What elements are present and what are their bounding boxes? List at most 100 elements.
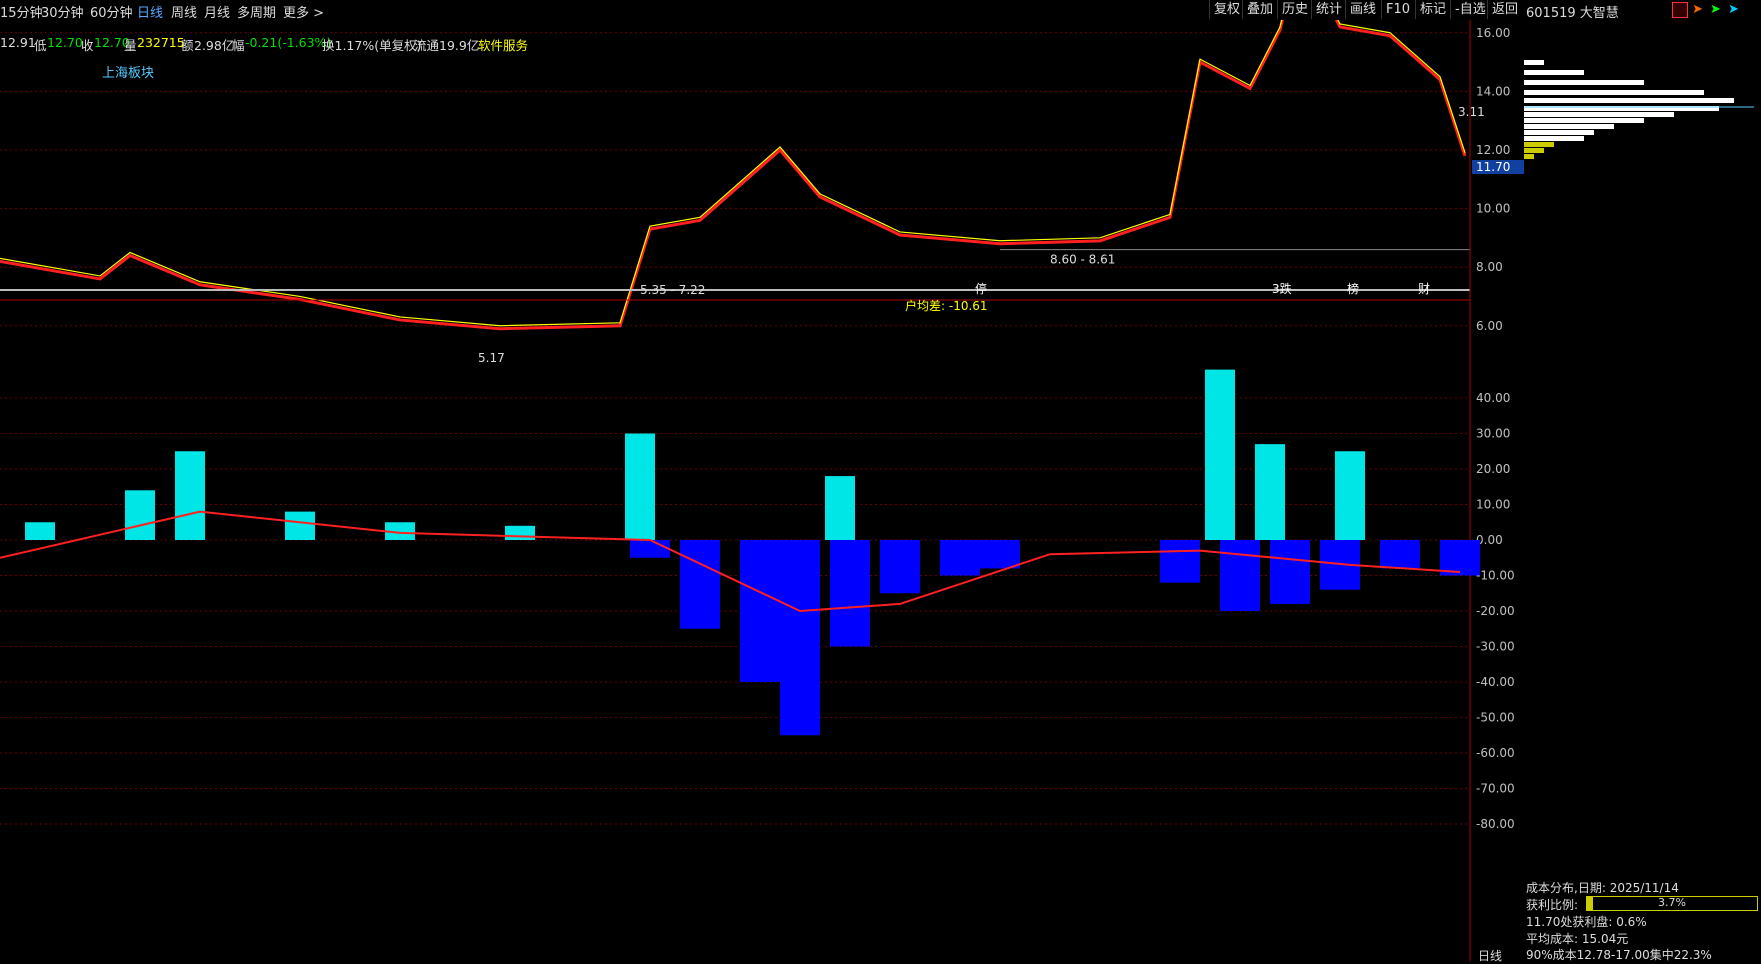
period-60min[interactable]: 60分钟 — [90, 2, 133, 21]
period-15min[interactable]: 15分钟 — [0, 2, 43, 21]
price-annotation: 8.60 - 8.61 — [1050, 253, 1115, 267]
top-toolbar: 15分钟 30分钟 60分钟 日线 周线 月线 多周期 更多 > 复权 叠加 历… — [0, 0, 1522, 21]
period-weekly[interactable]: 周线 — [171, 2, 197, 21]
chip-bar — [1524, 70, 1584, 75]
chip-title: 成本分布,日期: 2025/11/14 — [1526, 881, 1679, 895]
remove-watchlist-button[interactable]: -自选 — [1450, 0, 1490, 19]
indicator-tick-label: -40.00 — [1476, 675, 1515, 689]
price-line-red — [0, 20, 1467, 331]
price-tick-label: 16.00 — [1476, 26, 1510, 40]
indicator-bar-neg — [680, 540, 720, 629]
indicator-bar-pos — [1335, 451, 1365, 540]
indicator-tick-label: -20.00 — [1476, 604, 1515, 618]
indicator-tick-label: -10.00 — [1476, 569, 1515, 583]
period-30min[interactable]: 30分钟 — [41, 2, 84, 21]
price-tick-label: 8.00 — [1476, 260, 1503, 274]
price-tick-label: 6.00 — [1476, 319, 1503, 333]
indicator-tick-label: 30.00 — [1476, 427, 1510, 441]
price-tick-label: 10.00 — [1476, 202, 1510, 216]
chip-distribution-panel: 601519 大智慧 ➤ ➤ ➤ 成本分布,日期: 2025/11/14 获利比… — [1524, 0, 1761, 962]
mark-button[interactable]: 标记 — [1415, 0, 1450, 19]
price-tick-label: 14.00 — [1476, 84, 1510, 98]
chip-bar — [1524, 154, 1534, 159]
chip-bar — [1524, 90, 1704, 95]
price-annotation: 3.11 — [1458, 105, 1485, 119]
indicator-tick-label: 20.00 — [1476, 462, 1510, 476]
event-marker: 榜 — [1347, 281, 1359, 296]
chip-avg-cost: 平均成本: 15.04元 — [1526, 932, 1629, 946]
chip-bar — [1524, 148, 1544, 153]
indicator-tick-label: 40.00 — [1476, 391, 1510, 405]
price-axis: 20.0018.0016.0014.0012.0010.008.006.00 — [1476, 26, 1510, 333]
back-button[interactable]: 返回 — [1487, 0, 1522, 19]
chip-mode-icon[interactable] — [1672, 2, 1688, 18]
price-annotation: 5.35 - 7.22 — [640, 283, 705, 297]
indicator-tick-label: -80.00 — [1476, 817, 1515, 831]
indicator-bar-pos — [285, 511, 315, 540]
draw-line-button[interactable]: 画线 — [1345, 0, 1380, 19]
indicator-plot — [0, 369, 1480, 736]
indicator-tick-label: -30.00 — [1476, 640, 1515, 654]
chip-at-price: 11.70处获利盘: 0.6% — [1526, 915, 1647, 929]
indicator-legend-last: 户均差: -10.61 — [905, 298, 988, 313]
indicator-bar-neg — [1270, 540, 1310, 604]
indicator-bar-pos — [125, 490, 155, 540]
event-marker: 3跌 — [1272, 281, 1292, 296]
price-tick-label: 12.00 — [1476, 143, 1510, 157]
indicator-bar-neg — [1380, 540, 1420, 569]
indicator-bar-neg — [740, 540, 780, 682]
indicator-bar-neg — [780, 540, 820, 736]
indicator-bar-pos — [175, 451, 205, 540]
indicator-tick-label: 10.00 — [1476, 498, 1510, 512]
indicator-bar-pos — [1205, 369, 1235, 540]
restore-rights-button[interactable]: 复权 — [1209, 0, 1244, 19]
current-price-value: 11.70 — [1476, 160, 1510, 174]
stock-title: 601519 大智慧 — [1526, 6, 1619, 21]
stats-button[interactable]: 统计 — [1311, 0, 1346, 19]
event-marker: 财 — [1418, 282, 1430, 296]
chip-range90: 90%成本12.78-17.00集中22.3% — [1526, 948, 1712, 962]
indicator-axis: 40.00 30.00 20.00 10.00 0.00 -10.00 -20.00 -30.… — [1476, 391, 1515, 831]
chip-bar — [1524, 80, 1644, 85]
chip-profit-label: 获利比例: — [1526, 898, 1579, 912]
indicator-bar-pos — [25, 522, 55, 540]
chip-bar — [1524, 118, 1644, 123]
indicator-bar-neg — [1220, 540, 1260, 611]
chip-bar — [1524, 142, 1554, 147]
history-button[interactable]: 历史 — [1277, 0, 1312, 19]
arrow-red-icon[interactable]: ➤ — [1692, 2, 1706, 17]
arrow-cyan-icon[interactable]: ➤ — [1728, 2, 1742, 17]
indicator-bar-pos — [1255, 444, 1285, 540]
chip-bar — [1524, 124, 1614, 129]
event-marker: 停 — [975, 281, 987, 296]
profit-bar-value: 3.7% — [1658, 896, 1686, 909]
chip-bar — [1524, 136, 1584, 141]
indicator-tick-label: 0.00 — [1476, 533, 1503, 547]
price-plot — [0, 20, 1470, 331]
indicator-tick-label: -70.00 — [1476, 782, 1515, 796]
chip-histogram — [1524, 60, 1754, 159]
arrow-green-icon[interactable]: ➤ — [1710, 2, 1724, 17]
indicator-bar-pos — [825, 476, 855, 540]
indicator-bar-neg — [980, 540, 1020, 569]
chip-bar — [1524, 130, 1594, 135]
chart-area: 20.0018.0016.0014.0012.0010.008.006.00 1… — [0, 20, 1524, 961]
price-annotations: 18.948.60 - 8.615.175.35 - 7.223.11停3跌榜财 — [478, 105, 1485, 365]
overlay-button[interactable]: 叠加 — [1242, 0, 1277, 19]
period-monthly[interactable]: 月线 — [204, 2, 230, 21]
indicator-bar-neg — [1160, 540, 1200, 583]
f10-button[interactable]: F10 — [1381, 0, 1414, 19]
indicator-bar-neg — [630, 540, 670, 558]
indicator-bar-neg — [940, 540, 980, 576]
bottom-tab-daily[interactable]: 日线 — [1478, 947, 1502, 964]
chip-bar — [1524, 112, 1674, 117]
chip-bar — [1524, 60, 1544, 65]
period-multi[interactable]: 多周期 — [237, 2, 276, 21]
period-daily[interactable]: 日线 — [137, 2, 163, 21]
indicator-bar-pos — [505, 525, 535, 540]
indicator-bar-neg — [880, 540, 920, 594]
indicator-bar-neg — [830, 540, 870, 647]
price-line-yellow — [0, 20, 1466, 327]
price-annotation: 5.17 — [478, 351, 505, 365]
period-more[interactable]: 更多 > — [283, 2, 324, 21]
